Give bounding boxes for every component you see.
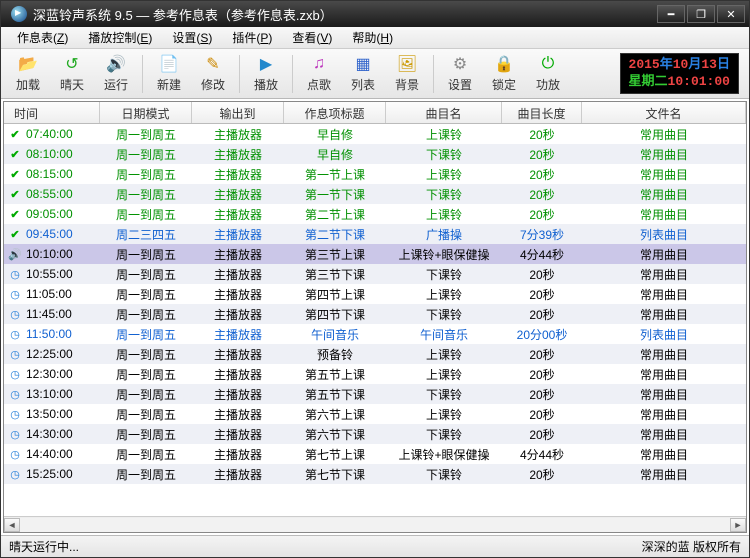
- menu-z[interactable]: 作息表(Z): [7, 27, 78, 48]
- edit-button[interactable]: ✎修改: [192, 52, 234, 96]
- table-row[interactable]: ✔07:40:00周一到周五主播放器早自修上课铃20秒常用曲目: [4, 124, 746, 144]
- load-icon: 📂: [18, 54, 38, 74]
- list-icon: ▦: [353, 54, 373, 74]
- table-row[interactable]: ◷14:40:00周一到周五主播放器第七节上课上课铃+眼保健操4分44秒常用曲目: [4, 444, 746, 464]
- clock-icon: ◷: [8, 307, 22, 321]
- check-icon: ✔: [8, 187, 22, 201]
- window-title: 深蓝铃声系统 9.5 — 参考作息表（参考作息表.zxb）: [33, 5, 657, 24]
- table-row[interactable]: ◷10:55:00周一到周五主播放器第三节下课下课铃20秒常用曲目: [4, 264, 746, 284]
- table-row[interactable]: ◷12:25:00周一到周五主播放器预备铃上课铃20秒常用曲目: [4, 344, 746, 364]
- close-button[interactable]: ✕: [717, 5, 745, 23]
- scroll-left-icon[interactable]: ◄: [4, 518, 20, 532]
- clock-icon: ◷: [8, 467, 22, 481]
- table-row[interactable]: ✔08:15:00周一到周五主播放器第一节上课上课铃20秒常用曲目: [4, 164, 746, 184]
- settings-button[interactable]: ⚙设置: [439, 52, 481, 96]
- copyright-text: 深深的蓝 版权所有: [642, 538, 741, 555]
- bg-icon: 🖼: [397, 54, 417, 74]
- menu-e[interactable]: 播放控制(E): [78, 27, 162, 48]
- table-row[interactable]: ◷12:30:00周一到周五主播放器第五节上课上课铃20秒常用曲目: [4, 364, 746, 384]
- grid-body[interactable]: ✔07:40:00周一到周五主播放器早自修上课铃20秒常用曲目✔08:10:00…: [4, 124, 746, 516]
- list-button[interactable]: ▦列表: [342, 52, 384, 96]
- lock-icon: 🔒: [494, 54, 514, 74]
- column-header[interactable]: 输出到: [192, 102, 284, 123]
- run-icon: 🔊: [106, 54, 126, 74]
- settings-icon: ⚙: [450, 54, 470, 74]
- bg-button[interactable]: 🖼背景: [386, 52, 428, 96]
- clock-display: 2015年10月13日星期二10:01:00: [620, 53, 739, 95]
- clock-icon: ◷: [8, 387, 22, 401]
- play-icon: ▶: [256, 54, 276, 74]
- menu-v[interactable]: 查看(V): [282, 27, 342, 48]
- table-row[interactable]: ◷13:50:00周一到周五主播放器第六节上课上课铃20秒常用曲目: [4, 404, 746, 424]
- scroll-right-icon[interactable]: ►: [730, 518, 746, 532]
- new-icon: 📄: [159, 54, 179, 74]
- app-icon: [11, 6, 27, 22]
- song-button[interactable]: ♫点歌: [298, 52, 340, 96]
- toolbar: 📂加载↺晴天🔊运行 📄新建✎修改 ▶播放 ♫点歌▦列表🖼背景 ⚙设置🔒锁定⏻功放 2015…: [1, 49, 749, 99]
- check-icon: ✔: [8, 147, 22, 161]
- table-row[interactable]: ✔09:45:00周二三四五主播放器第二节下课广播操7分39秒列表曲目: [4, 224, 746, 244]
- clock-icon: ◷: [8, 447, 22, 461]
- status-bar: 晴天运行中... 深深的蓝 版权所有: [1, 535, 749, 557]
- clock-icon: ◷: [8, 367, 22, 381]
- check-icon: ✔: [8, 227, 22, 241]
- table-row[interactable]: ✔08:55:00周一到周五主播放器第一节下课下课铃20秒常用曲目: [4, 184, 746, 204]
- menu-h[interactable]: 帮助(H): [342, 27, 403, 48]
- clock-icon: ◷: [8, 287, 22, 301]
- table-row[interactable]: ◷14:30:00周一到周五主播放器第六节下课下课铃20秒常用曲目: [4, 424, 746, 444]
- menu-p[interactable]: 插件(P): [222, 27, 282, 48]
- check-icon: ✔: [8, 207, 22, 221]
- load-button[interactable]: 📂加载: [7, 52, 49, 96]
- amp-button[interactable]: ⏻功放: [527, 52, 569, 96]
- title-bar: 深蓝铃声系统 9.5 — 参考作息表（参考作息表.zxb） ━ ❐ ✕: [1, 1, 749, 27]
- weather-button[interactable]: ↺晴天: [51, 52, 93, 96]
- amp-icon: ⏻: [538, 54, 558, 74]
- clock-icon: ◷: [8, 407, 22, 421]
- column-header[interactable]: 日期模式: [100, 102, 192, 123]
- column-header[interactable]: 文件名: [582, 102, 746, 123]
- table-row[interactable]: ◷15:25:00周一到周五主播放器第七节下课下课铃20秒常用曲目: [4, 464, 746, 484]
- table-row[interactable]: ◷11:50:00周一到周五主播放器午间音乐午间音乐20分00秒列表曲目: [4, 324, 746, 344]
- table-row[interactable]: ✔08:10:00周一到周五主播放器早自修下课铃20秒常用曲目: [4, 144, 746, 164]
- column-header[interactable]: 曲目名: [386, 102, 502, 123]
- maximize-button[interactable]: ❐: [687, 5, 715, 23]
- check-icon: ✔: [8, 167, 22, 181]
- menu-bar: 作息表(Z)播放控制(E)设置(S)插件(P)查看(V)帮助(H): [1, 27, 749, 49]
- column-header[interactable]: 时间: [4, 102, 100, 123]
- table-row[interactable]: ◷13:10:00周一到周五主播放器第五节下课下课铃20秒常用曲目: [4, 384, 746, 404]
- new-button[interactable]: 📄新建: [148, 52, 190, 96]
- edit-icon: ✎: [203, 54, 223, 74]
- song-icon: ♫: [309, 54, 329, 74]
- clock-icon: ◷: [8, 347, 22, 361]
- weather-icon: ↺: [62, 54, 82, 74]
- table-row[interactable]: ◷11:45:00周一到周五主播放器第四节下课下课铃20秒常用曲目: [4, 304, 746, 324]
- table-row[interactable]: 🔊10:10:00周一到周五主播放器第三节上课上课铃+眼保健操4分44秒常用曲目: [4, 244, 746, 264]
- clock-icon: ◷: [8, 427, 22, 441]
- clock-icon: ◷: [8, 267, 22, 281]
- status-text: 晴天运行中...: [9, 538, 79, 555]
- schedule-grid: 时间日期模式输出到作息项标题曲目名曲目长度文件名 ✔07:40:00周一到周五主…: [3, 101, 747, 533]
- run-button[interactable]: 🔊运行: [95, 52, 137, 96]
- table-row[interactable]: ◷11:05:00周一到周五主播放器第四节上课上课铃20秒常用曲目: [4, 284, 746, 304]
- table-row[interactable]: ✔09:05:00周一到周五主播放器第二节上课上课铃20秒常用曲目: [4, 204, 746, 224]
- speaker-icon: 🔊: [8, 247, 22, 261]
- play-button[interactable]: ▶播放: [245, 52, 287, 96]
- minimize-button[interactable]: ━: [657, 5, 685, 23]
- lock-button[interactable]: 🔒锁定: [483, 52, 525, 96]
- column-header[interactable]: 作息项标题: [284, 102, 386, 123]
- menu-s[interactable]: 设置(S): [162, 27, 222, 48]
- check-icon: ✔: [8, 127, 22, 141]
- column-header[interactable]: 曲目长度: [502, 102, 582, 123]
- horizontal-scrollbar[interactable]: ◄ ►: [4, 516, 746, 532]
- clock-icon: ◷: [8, 327, 22, 341]
- grid-header: 时间日期模式输出到作息项标题曲目名曲目长度文件名: [4, 102, 746, 124]
